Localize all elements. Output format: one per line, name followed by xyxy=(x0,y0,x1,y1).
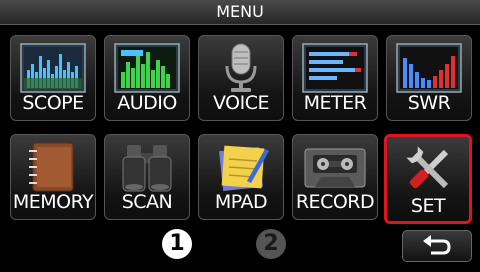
swr-label: SWR xyxy=(407,92,451,114)
meter-label: METER xyxy=(303,92,367,114)
mpad-button[interactable]: MPAD xyxy=(198,134,284,220)
scan-label: SCAN xyxy=(121,191,173,213)
set-button[interactable]: SET xyxy=(384,134,472,224)
audio-button[interactable]: AUDIO xyxy=(104,35,190,121)
wrench-screwdriver-icon xyxy=(406,146,449,189)
mpad-label: MPAD xyxy=(214,191,268,213)
scan-button[interactable]: SCAN xyxy=(104,134,190,220)
voice-button[interactable]: VOICE xyxy=(198,35,284,121)
page-1-indicator[interactable]: 1 xyxy=(162,229,192,259)
notebook-icon xyxy=(29,142,74,192)
menu-title-bar: MENU xyxy=(0,0,480,25)
return-arrow-icon xyxy=(423,235,451,255)
back-button[interactable] xyxy=(402,230,472,262)
audio-icon xyxy=(114,43,180,93)
swr-icon xyxy=(396,43,462,93)
meter-button[interactable]: METER xyxy=(292,35,378,121)
swr-button[interactable]: SWR xyxy=(386,35,472,121)
record-label: RECORD xyxy=(295,191,375,213)
scope-icon xyxy=(20,43,86,93)
scope-label: SCOPE xyxy=(22,92,84,114)
memory-label: MEMORY xyxy=(12,191,94,213)
cassette-icon xyxy=(304,148,366,188)
record-button[interactable]: RECORD xyxy=(292,134,378,220)
scope-button[interactable]: SCOPE xyxy=(10,35,96,121)
menu-title: MENU xyxy=(216,2,264,21)
meter-icon xyxy=(302,43,368,93)
microphone-icon xyxy=(225,43,257,92)
set-label: SET xyxy=(410,195,446,217)
page-2-indicator[interactable]: 2 xyxy=(256,229,286,259)
binoculars-icon xyxy=(122,145,172,192)
audio-label: AUDIO xyxy=(117,92,177,114)
memory-button[interactable]: MEMORY xyxy=(10,134,96,220)
voice-label: VOICE xyxy=(213,92,270,114)
memo-pad-icon xyxy=(219,145,269,191)
